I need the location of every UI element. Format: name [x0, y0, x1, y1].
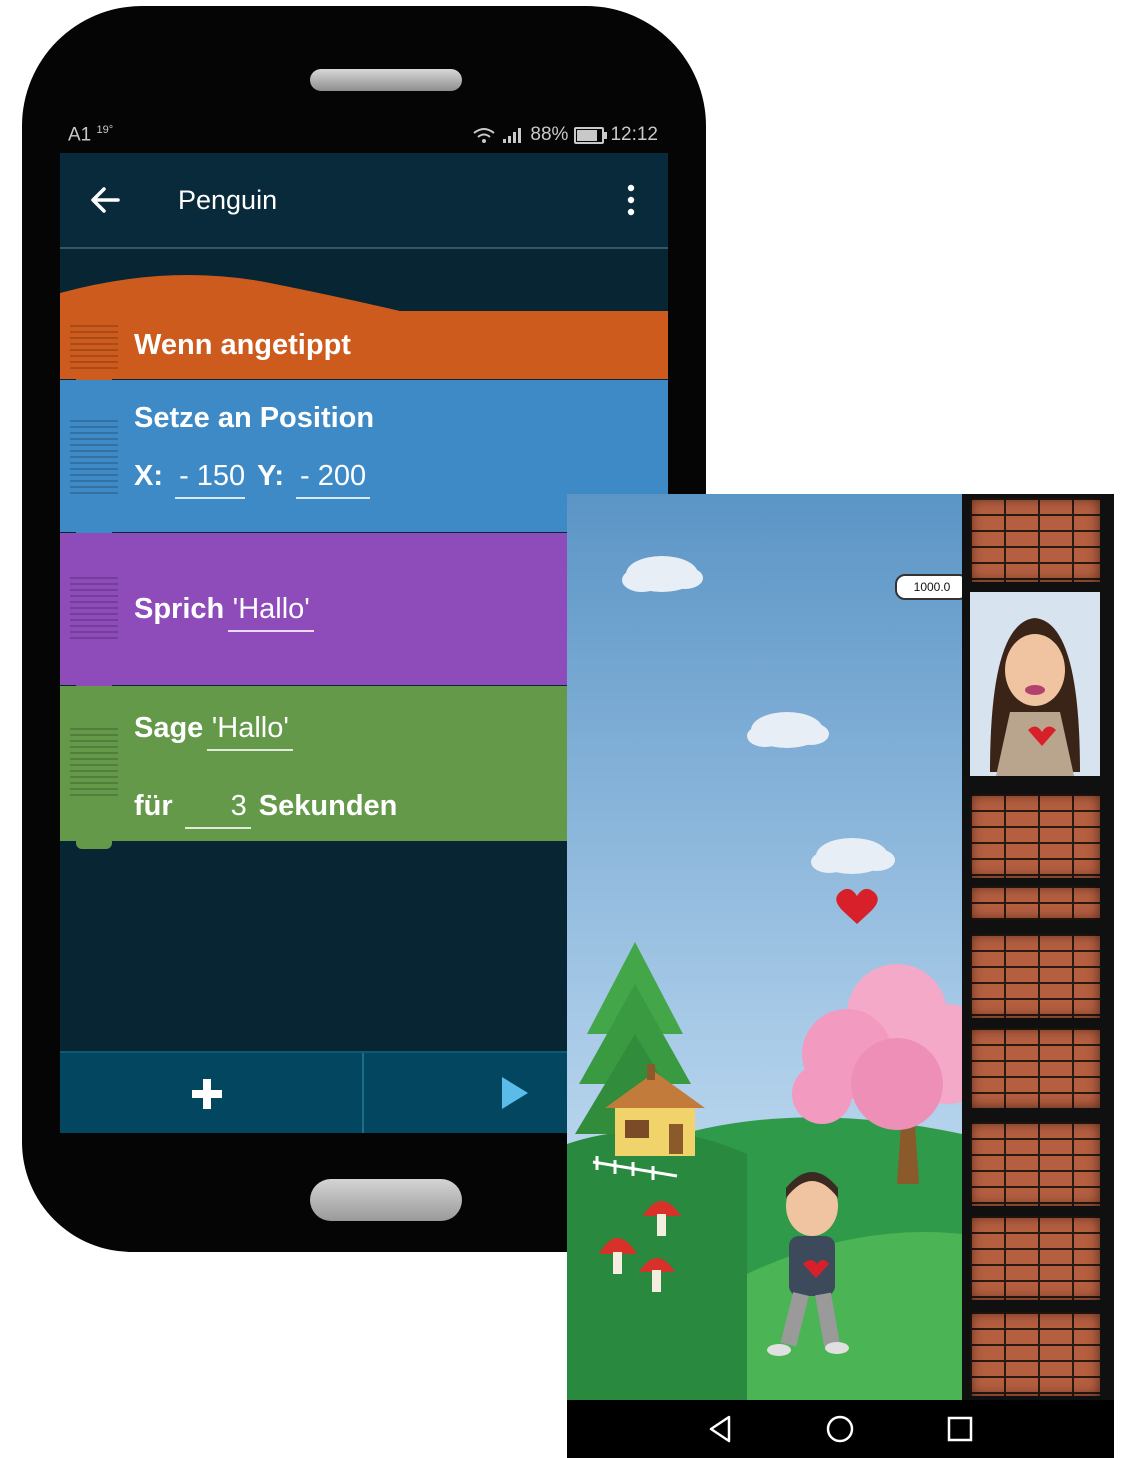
brick-tile: [970, 1122, 1100, 1206]
brick-tile: [970, 1028, 1100, 1108]
say-label: Sprich: [134, 593, 225, 625]
for-label: für: [134, 790, 173, 822]
temperature-text: 19°: [96, 123, 114, 136]
play-icon[interactable]: [500, 1075, 530, 1111]
speech-bubble: 1000.0: [895, 574, 969, 600]
avatar-icon: [990, 618, 1080, 776]
overflow-menu-icon[interactable]: [620, 183, 642, 217]
say-text-field[interactable]: 'Hallo': [228, 593, 315, 632]
carrier-label: A1 19°: [68, 124, 113, 146]
y-label: Y:: [257, 460, 284, 492]
x-label: X:: [134, 460, 163, 492]
drag-handle[interactable]: [70, 728, 118, 800]
toolbar-divider: [362, 1053, 364, 1133]
signal-icon: [503, 128, 522, 143]
seconds-field[interactable]: 3: [184, 790, 251, 829]
brick-tile: [970, 1216, 1100, 1300]
drag-handle[interactable]: [70, 325, 118, 369]
brick-tile: [970, 498, 1100, 582]
nav-back-icon[interactable]: [703, 1412, 737, 1446]
seconds-label: Sekunden: [258, 790, 398, 822]
android-nav-bar: [567, 1400, 1114, 1458]
battery-icon: [574, 126, 608, 144]
app-bar: Penguin: [60, 153, 668, 249]
position-params: X: - 150 Y: - 200: [134, 460, 371, 499]
brick-wall: [962, 494, 1114, 1400]
brick-tile: [970, 794, 1100, 878]
say-for-label: Sage: [134, 712, 204, 744]
wifi-icon: [473, 128, 496, 143]
drag-handle[interactable]: [70, 420, 118, 494]
avatar-portrait: [970, 592, 1100, 776]
brick-tile: [970, 1312, 1100, 1396]
brick-tile: [970, 886, 1100, 920]
drag-handle[interactable]: [70, 577, 118, 643]
event-block-hat: [60, 275, 668, 313]
say-row: Sprich 'Hallo': [134, 593, 315, 632]
when-tapped-label: Wenn angetippt: [134, 329, 351, 361]
say-for-row: Sage 'Hallo': [134, 712, 294, 751]
y-value-field[interactable]: - 200: [296, 460, 371, 499]
back-arrow-icon[interactable]: [88, 183, 122, 217]
add-icon[interactable]: [190, 1077, 224, 1111]
battery-percent: 88%: [530, 124, 569, 145]
phone-speaker: [310, 69, 462, 91]
page-title: Penguin: [178, 185, 278, 215]
game-stage-screen: 1000.0: [567, 494, 1114, 1458]
x-value-field[interactable]: - 150: [175, 460, 245, 499]
duration-row: für 3 Sekunden: [134, 790, 397, 829]
nav-home-icon[interactable]: [823, 1412, 857, 1446]
clock: 12:12: [610, 124, 658, 145]
status-indicators: 88% 12:12: [472, 124, 658, 146]
game-scene[interactable]: [567, 494, 962, 1400]
phone-home-button[interactable]: [310, 1179, 462, 1221]
status-bar: A1 19° 88% 12:12: [60, 118, 668, 152]
say-for-text-field[interactable]: 'Hallo': [207, 712, 294, 751]
when-tapped-block[interactable]: Wenn angetippt: [60, 311, 668, 387]
brick-tile: [970, 934, 1100, 1018]
block-notch: [76, 841, 112, 849]
nav-recents-icon[interactable]: [943, 1412, 977, 1446]
carrier-text: A1: [68, 124, 92, 146]
set-position-label: Setze an Position: [134, 402, 375, 434]
